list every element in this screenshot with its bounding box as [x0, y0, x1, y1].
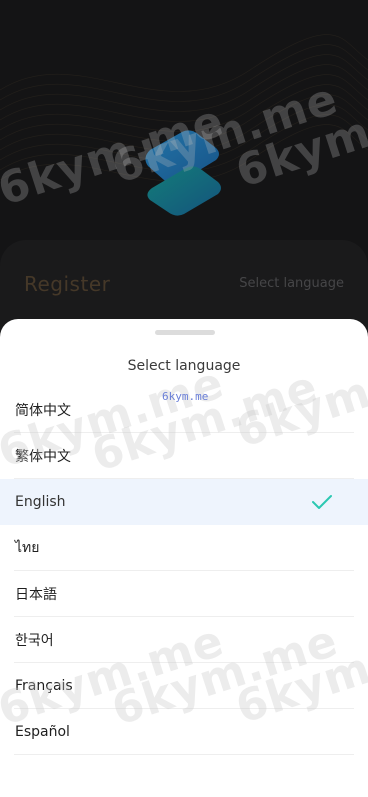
language-label: Español — [15, 724, 70, 740]
language-label: 简体中文 — [15, 403, 71, 419]
language-option-thai[interactable]: ไทย — [0, 525, 368, 571]
language-option-spanish[interactable]: Español — [0, 709, 368, 755]
language-option-french[interactable]: Français — [0, 663, 368, 709]
check-icon — [312, 495, 332, 509]
language-option-korean[interactable]: 한국어 — [0, 617, 368, 663]
watermark-small: 6kym.me — [162, 390, 209, 403]
language-list: 简体中文 繁体中文 English ไทย 日本語 한국어 Français E… — [0, 387, 368, 755]
language-label: 한국어 — [15, 633, 54, 649]
language-label: ไทย — [15, 540, 40, 556]
sheet-drag-handle[interactable] — [155, 330, 215, 335]
language-option-japanese[interactable]: 日本語 — [0, 571, 368, 617]
language-option-traditional-chinese[interactable]: 繁体中文 — [0, 433, 368, 479]
language-label: Français — [15, 678, 73, 694]
sheet-title: Select language — [127, 358, 241, 374]
divider — [14, 754, 354, 755]
language-option-english[interactable]: English — [0, 479, 368, 525]
language-label: 繁体中文 — [15, 449, 71, 465]
language-label: 日本語 — [15, 587, 57, 603]
language-label: English — [15, 494, 66, 510]
